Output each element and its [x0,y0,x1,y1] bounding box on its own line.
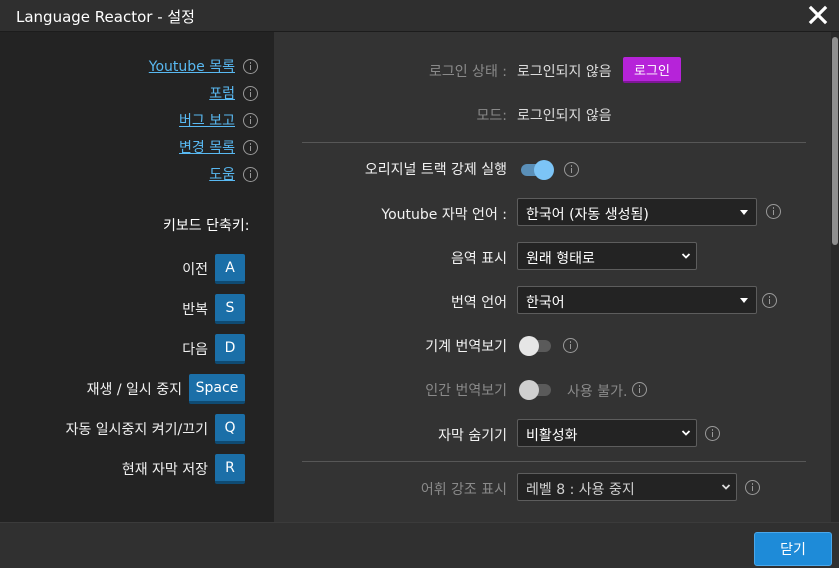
shortcut-label: 현재 자막 저장 [121,462,208,478]
info-icon[interactable] [745,480,760,495]
shortcut-label: 이전 [182,262,208,278]
info-icon[interactable] [762,293,777,308]
youtube-sub-lang-value: 한국어 (자동 생성됨) [526,207,649,223]
window-title: Language Reactor - 설정 [16,8,195,26]
sidebar-item-changelog: 변경 목록 [179,137,258,157]
help-link[interactable]: 도움 [209,164,235,184]
mode-label: 모드: [476,108,507,124]
info-icon[interactable] [243,58,258,74]
human-translation-note: 사용 불가. [567,384,628,400]
hide-subs-select[interactable]: 비활성화 [517,419,697,447]
sidebar-item-youtube-list: Youtube 목록 [149,56,258,76]
divider [302,142,806,143]
machine-translation-toggle[interactable] [519,334,555,356]
chevron-down-icon [681,253,691,259]
dialog-footer: 닫기 [0,522,839,568]
mode-value: 로그인되지 않음 [517,108,612,124]
info-icon[interactable] [564,162,579,177]
close-button[interactable]: 닫기 [754,532,832,566]
sidebar: Youtube 목록 포럼 버그 보고 변경 목록 도움 키보드 단축키: 이전… [0,32,274,522]
scrollbar[interactable] [831,32,839,522]
hide-subs-label: 자막 숨기기 [438,428,507,444]
shortcut-key[interactable]: Q [215,414,245,444]
login-status-label: 로그인 상태 : [428,64,507,80]
vocab-highlight-label: 어휘 강조 표시 [420,482,507,498]
original-track-toggle[interactable] [519,158,555,180]
shortcut-label: 다음 [182,342,208,358]
human-translation-label: 인간 번역보기 [425,383,507,399]
chevron-down-icon [681,430,691,436]
info-icon[interactable] [243,139,258,155]
info-icon[interactable] [563,338,578,353]
title-bar: Language Reactor - 설정 [0,0,839,32]
sidebar-item-forum: 포럼 [209,83,258,103]
chevron-down-icon [721,484,731,490]
shortcuts-title: 키보드 단축키: [163,218,250,234]
login-status-value: 로그인되지 않음 [517,64,612,80]
info-icon[interactable] [243,166,258,182]
transliteration-label: 음역 표시 [451,251,507,267]
forum-link[interactable]: 포럼 [209,83,235,103]
vocab-highlight-select[interactable]: 레벨 8 : 사용 중지 [517,473,737,501]
scrollbar-thumb[interactable] [832,37,838,245]
human-translation-toggle[interactable] [519,378,555,400]
transliteration-select[interactable]: 원래 형태로 [517,242,697,270]
translation-lang-select[interactable]: 한국어 [517,286,757,314]
shortcut-label: 자동 일시중지 켜기/끄기 [65,422,208,438]
youtube-list-link[interactable]: Youtube 목록 [149,56,235,76]
youtube-sub-lang-label: Youtube 자막 언어 : [381,207,507,223]
caret-down-icon [740,210,748,215]
youtube-sub-lang-select[interactable]: 한국어 (자동 생성됨) [517,198,757,226]
bug-report-link[interactable]: 버그 보고 [179,110,235,130]
original-track-label: 오리지널 트랙 강제 실행 [364,162,507,178]
shortcut-label: 재생 / 일시 중지 [86,382,182,398]
hide-subs-value: 비활성화 [526,428,578,444]
sidebar-item-bug-report: 버그 보고 [179,110,258,130]
info-icon[interactable] [243,85,258,101]
divider [302,461,806,462]
sidebar-item-help: 도움 [209,164,258,184]
info-icon[interactable] [632,382,647,397]
info-icon[interactable] [705,426,720,441]
shortcut-key[interactable]: Space [189,374,245,404]
caret-down-icon [740,298,748,303]
info-icon[interactable] [243,112,258,128]
login-button[interactable]: 로그인 [623,57,681,83]
shortcut-key[interactable]: S [215,294,245,324]
transliteration-value: 원래 형태로 [526,251,595,267]
shortcut-key[interactable]: R [215,454,245,484]
translation-lang-label: 번역 언어 [451,295,507,311]
shortcut-label: 반복 [182,302,208,318]
info-icon[interactable] [766,204,781,219]
vocab-highlight-value: 레벨 8 : 사용 중지 [526,482,635,498]
changelog-link[interactable]: 변경 목록 [179,137,235,157]
shortcut-key[interactable]: D [215,334,245,364]
translation-lang-value: 한국어 [526,295,565,311]
machine-translation-label: 기계 번역보기 [425,339,507,355]
shortcut-key[interactable]: A [215,254,245,284]
close-icon[interactable] [807,3,829,27]
